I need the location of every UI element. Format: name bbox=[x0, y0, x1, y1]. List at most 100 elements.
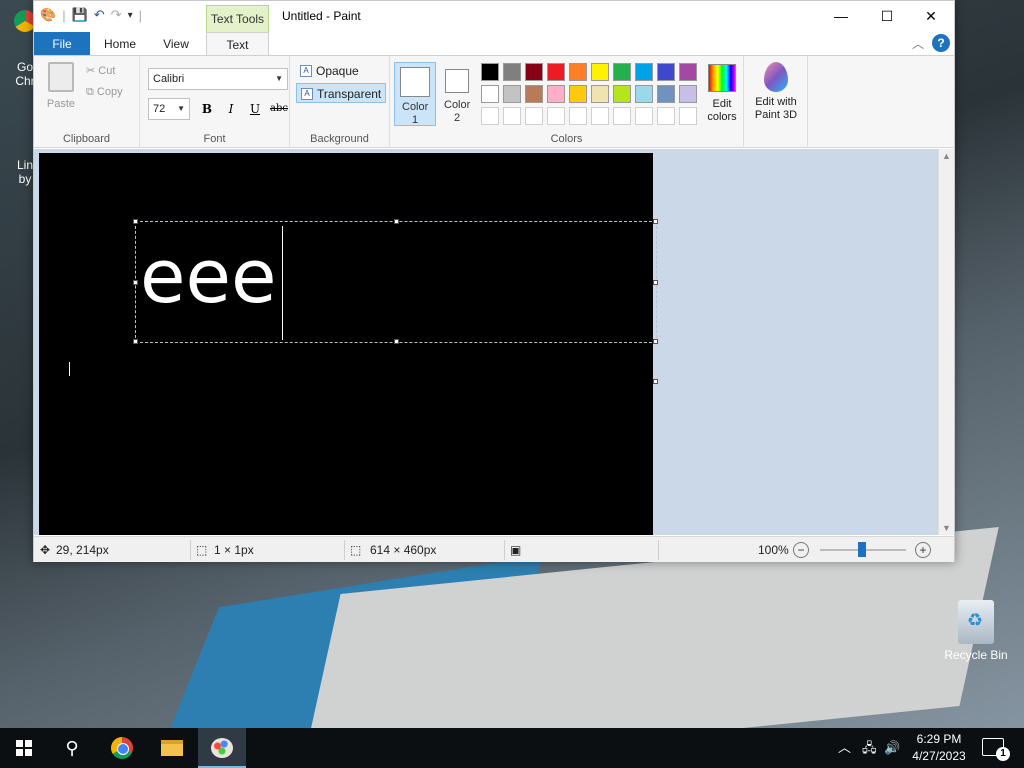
cut-button[interactable]: ✂ Cut bbox=[86, 64, 115, 77]
volume-icon[interactable]: 🔊 bbox=[884, 728, 900, 768]
show-hidden-icons[interactable]: ︿ bbox=[838, 728, 851, 768]
title-bar: 🎨 | 💾 ↶ ↷ ▾ | Text Tools Untitled - Pain… bbox=[34, 1, 954, 33]
paint-taskbar-button[interactable] bbox=[198, 728, 246, 768]
ribbon-tabs: File Home View Text ︿ ? bbox=[34, 32, 954, 56]
opaque-icon: A bbox=[300, 65, 312, 77]
palette-color-swatch[interactable] bbox=[547, 85, 565, 103]
palette-color-swatch[interactable] bbox=[481, 63, 499, 81]
tab-view[interactable]: View bbox=[152, 32, 200, 56]
paste-button[interactable]: Paste bbox=[42, 62, 80, 110]
palette-color-swatch[interactable] bbox=[679, 85, 697, 103]
resize-handle[interactable] bbox=[133, 280, 138, 285]
zoom-slider-thumb[interactable] bbox=[858, 542, 866, 557]
palette-color-swatch[interactable] bbox=[503, 63, 521, 81]
system-clock[interactable]: 6:29 PM 4/27/2023 bbox=[906, 731, 972, 765]
palette-color-swatch[interactable] bbox=[569, 107, 587, 125]
help-icon[interactable]: ? bbox=[932, 34, 950, 52]
palette-color-swatch[interactable] bbox=[525, 63, 543, 81]
italic-button[interactable]: I bbox=[222, 100, 240, 118]
tab-text[interactable]: Text bbox=[206, 32, 269, 56]
customize-qat-icon[interactable]: ▾ bbox=[128, 10, 133, 21]
palette-color-swatch[interactable] bbox=[679, 63, 697, 81]
palette-color-swatch[interactable] bbox=[525, 107, 543, 125]
palette-color-swatch[interactable] bbox=[569, 85, 587, 103]
opaque-option[interactable]: A Opaque bbox=[296, 61, 382, 81]
palette-color-swatch[interactable] bbox=[613, 85, 631, 103]
palette-color-swatch[interactable] bbox=[591, 107, 609, 125]
resize-handle[interactable] bbox=[394, 219, 399, 224]
palette-color-swatch[interactable] bbox=[635, 85, 653, 103]
copy-button[interactable]: ⧉ Copy bbox=[86, 86, 123, 99]
palette-color-swatch[interactable] bbox=[613, 63, 631, 81]
paint3d-icon bbox=[764, 62, 788, 92]
maximize-button[interactable]: ☐ bbox=[864, 1, 910, 31]
palette-color-swatch[interactable] bbox=[547, 107, 565, 125]
transparent-option[interactable]: A Transparent bbox=[296, 83, 386, 103]
drawing-canvas[interactable]: eee bbox=[39, 153, 658, 535]
redo-icon[interactable]: ↷ bbox=[111, 7, 122, 23]
chrome-icon bbox=[111, 737, 133, 759]
font-family-select[interactable]: Calibri ▼ bbox=[148, 68, 288, 90]
collapse-ribbon-icon[interactable]: ︿ bbox=[912, 35, 924, 52]
network-icon[interactable]: 🖧 bbox=[862, 728, 877, 768]
palette-color-swatch[interactable] bbox=[679, 107, 697, 125]
palette-color-swatch[interactable] bbox=[635, 63, 653, 81]
tab-home[interactable]: Home bbox=[96, 32, 144, 56]
chrome-taskbar-button[interactable] bbox=[98, 728, 146, 768]
file-explorer-taskbar-button[interactable] bbox=[148, 728, 196, 768]
resize-handle[interactable] bbox=[653, 219, 658, 224]
background-group-label: Background bbox=[310, 133, 369, 145]
palette-color-swatch[interactable] bbox=[591, 63, 609, 81]
scroll-up-icon[interactable]: ▲ bbox=[942, 151, 951, 161]
resize-handle[interactable] bbox=[653, 280, 658, 285]
palette-color-swatch[interactable] bbox=[547, 63, 565, 81]
action-center-icon[interactable]: 1 bbox=[982, 738, 1010, 761]
palette-color-swatch[interactable] bbox=[569, 63, 587, 81]
start-button[interactable] bbox=[0, 728, 48, 768]
resize-handle[interactable] bbox=[653, 339, 658, 344]
tab-file[interactable]: File bbox=[34, 32, 90, 56]
palette-color-swatch[interactable] bbox=[657, 63, 675, 81]
undo-icon[interactable]: ↶ bbox=[94, 7, 105, 23]
resize-handle[interactable] bbox=[133, 339, 138, 344]
color1-selector[interactable]: Color 1 bbox=[394, 62, 436, 126]
strikethrough-button[interactable]: abc bbox=[268, 100, 290, 118]
recycle-bin[interactable]: Recycle Bin bbox=[944, 600, 1008, 662]
palette-color-swatch[interactable] bbox=[481, 107, 499, 125]
vertical-scrollbar[interactable]: ▲ ▼ bbox=[938, 149, 954, 535]
palette-color-swatch[interactable] bbox=[503, 107, 521, 125]
zoom-in-button[interactable]: + bbox=[915, 542, 931, 558]
palette-color-swatch[interactable] bbox=[657, 85, 675, 103]
underline-button[interactable]: U bbox=[246, 100, 264, 118]
save-icon[interactable]: 💾 bbox=[72, 7, 88, 23]
palette-color-swatch[interactable] bbox=[591, 85, 609, 103]
resize-handle[interactable] bbox=[394, 339, 399, 344]
chevron-down-icon: ▼ bbox=[177, 104, 185, 113]
palette-color-swatch[interactable] bbox=[635, 107, 653, 125]
recycle-bin-label: Recycle Bin bbox=[944, 648, 1008, 662]
clipboard-group-label: Clipboard bbox=[62, 133, 111, 145]
recycle-bin-icon bbox=[958, 600, 994, 644]
paint-app-icon[interactable]: 🎨 bbox=[40, 7, 56, 23]
edit-colors-button[interactable]: Edit colors bbox=[700, 62, 744, 124]
resize-handle[interactable] bbox=[133, 219, 138, 224]
palette-color-swatch[interactable] bbox=[481, 85, 499, 103]
palette-color-swatch[interactable] bbox=[525, 85, 543, 103]
search-icon[interactable]: ⚲ bbox=[48, 728, 96, 768]
font-size-select[interactable]: 72 ▼ bbox=[148, 98, 190, 120]
edit-with-paint3d-button[interactable]: Edit with Paint 3D bbox=[748, 62, 804, 122]
minimize-button[interactable]: — bbox=[818, 1, 864, 31]
palette-color-swatch[interactable] bbox=[657, 107, 675, 125]
text-caret bbox=[282, 226, 283, 340]
canvas-resize-handle[interactable] bbox=[653, 379, 658, 384]
scroll-down-icon[interactable]: ▼ bbox=[942, 523, 951, 533]
close-button[interactable]: ✕ bbox=[908, 1, 954, 31]
zoom-out-button[interactable]: − bbox=[793, 542, 809, 558]
color2-selector[interactable]: Color 2 bbox=[436, 62, 478, 126]
palette-color-swatch[interactable] bbox=[503, 85, 521, 103]
bold-button[interactable]: B bbox=[198, 100, 216, 118]
text-box[interactable]: eee bbox=[133, 219, 658, 344]
colors-group-label: Colors bbox=[550, 133, 583, 145]
clock-date: 4/27/2023 bbox=[912, 749, 966, 763]
palette-color-swatch[interactable] bbox=[613, 107, 631, 125]
